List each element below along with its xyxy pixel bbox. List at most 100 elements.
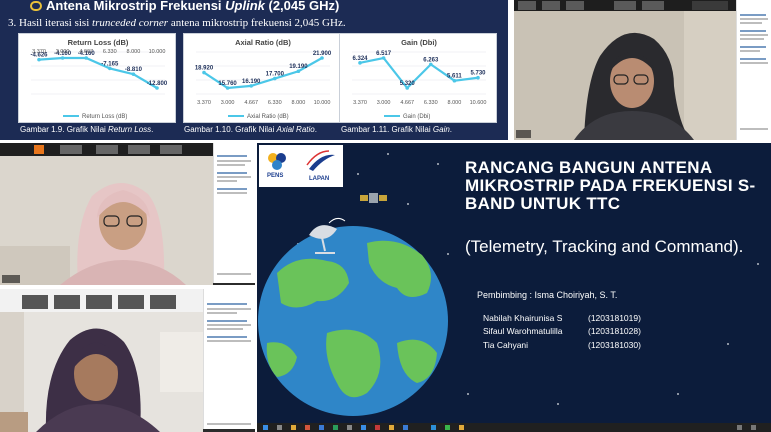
data-label: -7.165 bbox=[101, 61, 119, 67]
taskbar-app-icon[interactable] bbox=[459, 425, 464, 430]
participant-thumbnail[interactable] bbox=[160, 145, 182, 154]
caption-prefix: Gambar 1.9. Grafik Nilai bbox=[20, 125, 109, 134]
participant-thumbnail[interactable] bbox=[128, 145, 150, 154]
participant-thumbnail[interactable] bbox=[518, 1, 536, 10]
member-nim: (1203181030) bbox=[588, 340, 641, 350]
start-icon[interactable] bbox=[263, 425, 268, 430]
caption-suffix: . bbox=[449, 125, 453, 134]
axial-ratio-chart-svg: Axial Ratio (dB) 18.920 3.370 15.760 3.000 16… bbox=[195, 38, 332, 120]
participant-thumbnail[interactable] bbox=[34, 145, 44, 154]
caption-axial-ratio: Gambar 1.10. Grafik Nilai Axial Ratio. bbox=[184, 125, 317, 134]
return-loss-chart: Return Loss (dB) -4.626 3.370 -4.160 3.000 -4… bbox=[18, 33, 176, 123]
data-label: 6.263 bbox=[423, 57, 439, 63]
taskbar-app-icon[interactable] bbox=[389, 425, 394, 430]
participant-thumbnail-strip[interactable] bbox=[0, 143, 213, 156]
x-tick-label: 3.000 bbox=[56, 49, 70, 55]
caption-italic: Axial Ratio bbox=[276, 125, 315, 134]
chat-input[interactable] bbox=[740, 128, 768, 130]
chat-input[interactable] bbox=[207, 423, 251, 425]
x-tick-label: 4.667 bbox=[400, 100, 414, 106]
data-label: 19.190 bbox=[289, 64, 308, 70]
chat-line bbox=[207, 340, 251, 342]
advisor-line: Pembimbing : Isma Choiriyah, S. T. bbox=[477, 290, 618, 300]
subheading-suffix: antena mikrostrip frekuensi 2,045 GHz. bbox=[168, 17, 346, 29]
member-name: Sifaul Warohmatulilla bbox=[483, 326, 563, 336]
title-slide-panel: PENS LAPAN RANCANG BANGUN ANTENA MIKROST bbox=[257, 143, 771, 432]
chat-sidebar[interactable] bbox=[203, 289, 255, 429]
x-tick-label: 3.370 bbox=[32, 49, 46, 55]
x-tick-label: 8.000 bbox=[127, 49, 141, 55]
taskbar-app-icon[interactable] bbox=[277, 425, 282, 430]
windows-taskbar[interactable] bbox=[257, 423, 771, 432]
taskbar-app-icon[interactable] bbox=[445, 425, 450, 430]
x-tick-label: 4.667 bbox=[79, 49, 93, 55]
participant-panel-middle-left bbox=[0, 143, 255, 285]
participant-thumbnail[interactable] bbox=[22, 295, 48, 309]
chat-line bbox=[207, 336, 247, 338]
chat-line bbox=[217, 188, 247, 190]
chat-sidebar[interactable] bbox=[213, 143, 255, 283]
x-tick-label: 10.000 bbox=[314, 100, 331, 106]
heading-prefix: Antena Mikrostrip Frekuensi bbox=[46, 0, 226, 13]
chat-line bbox=[740, 14, 766, 16]
system-tray-icon[interactable] bbox=[751, 425, 756, 430]
taskbar-app-icon[interactable] bbox=[361, 425, 366, 430]
caption-prefix: Gambar 1.10. Grafik Nilai bbox=[184, 125, 277, 134]
data-label: 6.517 bbox=[376, 51, 392, 57]
axial-ratio-chart: Axial Ratio (dB) 18.920 3.370 15.760 3.000 16… bbox=[183, 33, 341, 123]
participant-thumbnail[interactable] bbox=[542, 1, 560, 10]
data-label: 16.190 bbox=[242, 79, 261, 85]
participant-thumbnail[interactable] bbox=[54, 295, 80, 309]
chat-line bbox=[217, 176, 251, 178]
chat-line bbox=[740, 62, 768, 64]
taskbar-app-icon[interactable] bbox=[319, 425, 324, 430]
taskbar-app-icon[interactable] bbox=[333, 425, 338, 430]
participant-thumbnail[interactable] bbox=[150, 295, 176, 309]
taskbar-app-icon[interactable] bbox=[431, 425, 436, 430]
chat-line bbox=[217, 160, 251, 162]
chat-line bbox=[217, 172, 247, 174]
chat-line bbox=[207, 328, 243, 330]
x-tick-label: 3.000 bbox=[221, 100, 235, 106]
gain-chart-svg: Gain (Dbi) 6.324 3.370 6.517 3.000 5.320 4.667… bbox=[352, 38, 487, 120]
x-tick-label: 10.000 bbox=[149, 49, 166, 55]
taskbar-app-icon[interactable] bbox=[403, 425, 408, 430]
chat-line bbox=[217, 192, 247, 194]
chart-title: Return Loss (dB) bbox=[68, 38, 129, 47]
legend-label: Gain (Dbi) bbox=[403, 114, 430, 120]
member-nim: (1203181019) bbox=[588, 313, 641, 323]
participant-thumbnail[interactable] bbox=[566, 1, 584, 10]
slide-subheading: 3. Hasil iterasi sisi trunceded corner a… bbox=[8, 17, 346, 29]
member-row: Nabilah Khairunisa S (1203181019) bbox=[483, 313, 641, 323]
participant-thumbnail[interactable] bbox=[692, 1, 728, 10]
participant-thumbnail[interactable] bbox=[642, 1, 664, 10]
chat-input[interactable] bbox=[217, 273, 251, 275]
x-tick-label: 10.600 bbox=[470, 100, 487, 106]
participant-thumbnail[interactable] bbox=[96, 145, 118, 154]
participant-thumbnail[interactable] bbox=[86, 295, 112, 309]
caption-italic: Return Loss bbox=[108, 125, 152, 134]
x-tick-label: 6.330 bbox=[103, 49, 117, 55]
taskbar-app-icon[interactable] bbox=[347, 425, 352, 430]
participant-thumbnail[interactable] bbox=[60, 145, 82, 154]
taskbar-app-icon[interactable] bbox=[291, 425, 296, 430]
taskbar-app-icon[interactable] bbox=[305, 425, 310, 430]
participant-thumbnail-strip[interactable] bbox=[0, 289, 203, 312]
participant-panel-bottom-left bbox=[0, 289, 255, 432]
chart-title: Gain (Dbi) bbox=[401, 38, 437, 47]
chat-line bbox=[207, 320, 247, 322]
legend-label: Return Loss (dB) bbox=[82, 114, 127, 120]
participant-thumbnail[interactable] bbox=[614, 1, 636, 10]
taskbar-app-icon[interactable] bbox=[375, 425, 380, 430]
system-tray-icon[interactable] bbox=[737, 425, 742, 430]
participant-thumbnail[interactable] bbox=[118, 295, 144, 309]
x-tick-label: 6.330 bbox=[424, 100, 438, 106]
subheading-prefix: 3. Hasil iterasi sisi bbox=[8, 17, 93, 29]
chat-line bbox=[217, 155, 247, 157]
paperclip-icon bbox=[30, 1, 42, 11]
participant-thumbnail-strip[interactable] bbox=[514, 0, 736, 11]
data-label: 17.700 bbox=[266, 72, 285, 78]
chat-sidebar[interactable] bbox=[736, 0, 771, 140]
chat-line bbox=[207, 303, 247, 305]
caption-italic: Gain bbox=[432, 125, 450, 134]
